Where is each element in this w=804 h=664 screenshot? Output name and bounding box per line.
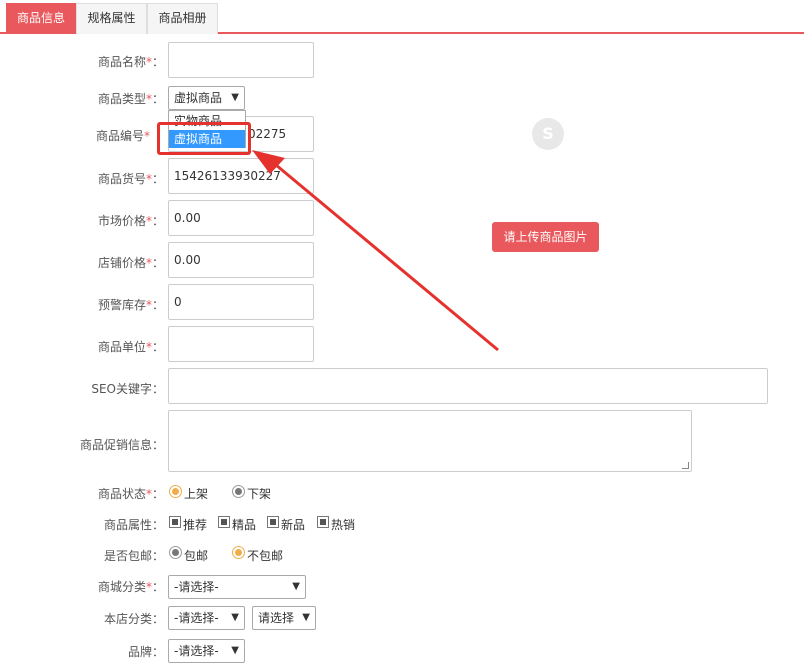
product-type-select[interactable]: 虚拟商品 ▼ xyxy=(168,86,245,110)
product-sku-input[interactable]: 15426133930227 xyxy=(168,158,314,194)
stock-alert-input[interactable]: 0 xyxy=(168,284,314,320)
mall-category-value: -请选择- xyxy=(174,580,219,594)
chevron-down-icon: ▼ xyxy=(302,612,310,623)
mall-category-label: 商城分类*： xyxy=(97,580,164,594)
product-name-input[interactable] xyxy=(168,42,314,78)
product-unit-label: 商品单位*： xyxy=(97,340,164,354)
shop-category-label: 本店分类： xyxy=(103,612,164,626)
tab-spec-attributes[interactable]: 规格属性 xyxy=(76,3,147,34)
annotation-highlight-box xyxy=(157,122,251,155)
product-name-label: 商品名称*： xyxy=(97,55,164,69)
shipping-free-label: 包邮 xyxy=(184,549,209,563)
stock-alert-label: 预警库存*： xyxy=(97,298,164,312)
shop-price-label: 店铺价格*： xyxy=(97,256,164,270)
attr-hot-checkbox[interactable] xyxy=(317,516,329,528)
attr-boutique-checkbox[interactable] xyxy=(218,516,230,528)
seo-keywords-label: SEO关键字： xyxy=(91,382,164,396)
mall-category-select[interactable]: -请选择- ▼ xyxy=(168,575,306,599)
chevron-down-icon: ▼ xyxy=(231,612,239,623)
brand-value: -请选择- xyxy=(174,644,219,658)
attr-new-label: 新品 xyxy=(281,518,306,532)
market-price-input[interactable]: 0.00 xyxy=(168,200,314,236)
product-status-label: 商品状态*： xyxy=(97,487,164,501)
attr-recommend-checkbox[interactable] xyxy=(169,516,181,528)
shop-category-select-1[interactable]: -请选择- ▼ xyxy=(168,606,245,630)
watermark-logo-icon xyxy=(532,118,564,150)
attr-hot-label: 热销 xyxy=(331,518,356,532)
chevron-down-icon: ▼ xyxy=(292,581,300,592)
product-unit-input[interactable] xyxy=(168,326,314,362)
promo-info-label: 商品促销信息： xyxy=(79,438,164,452)
resize-handle-icon[interactable] xyxy=(682,462,689,469)
product-sku-label: 商品货号*： xyxy=(97,172,164,186)
market-price-label: 市场价格*： xyxy=(97,214,164,228)
product-attrs-label: 商品属性： xyxy=(103,518,164,532)
status-on-shelf-label: 上架 xyxy=(184,487,209,501)
chevron-down-icon: ▼ xyxy=(231,645,239,656)
free-shipping-label: 是否包邮： xyxy=(103,549,164,563)
tab-product-info[interactable]: 商品信息 xyxy=(6,3,76,34)
brand-label: 品牌： xyxy=(127,645,164,659)
attr-recommend-label: 推荐 xyxy=(183,518,208,532)
status-off-shelf-label: 下架 xyxy=(247,487,272,501)
shipping-not-free-radio[interactable] xyxy=(232,546,245,559)
upload-image-button[interactable]: 请上传商品图片 xyxy=(492,222,599,252)
shop-category-value-2: 请选择 xyxy=(258,611,295,625)
attr-boutique-label: 精品 xyxy=(232,518,257,532)
status-off-shelf-radio[interactable] xyxy=(232,485,245,498)
tab-bar: 商品信息 规格属性 商品相册 xyxy=(0,0,804,34)
shop-category-select-2[interactable]: 请选择 ▼ xyxy=(252,606,316,630)
product-type-value: 虚拟商品 xyxy=(174,91,223,105)
seo-keywords-input[interactable] xyxy=(168,368,768,404)
promo-info-textarea[interactable] xyxy=(168,410,692,472)
product-type-label: 商品类型*： xyxy=(97,92,164,106)
brand-select[interactable]: -请选择- ▼ xyxy=(168,639,245,663)
shipping-free-radio[interactable] xyxy=(169,546,182,559)
shop-price-input[interactable]: 0.00 xyxy=(168,242,314,278)
status-on-shelf-radio[interactable] xyxy=(169,485,182,498)
tab-product-album[interactable]: 商品相册 xyxy=(147,3,218,34)
chevron-down-icon: ▼ xyxy=(231,92,239,103)
product-code-label: 商品编号* xyxy=(95,129,150,143)
shipping-not-free-label: 不包邮 xyxy=(247,549,284,563)
shop-category-value-1: -请选择- xyxy=(174,611,219,625)
attr-new-checkbox[interactable] xyxy=(267,516,279,528)
